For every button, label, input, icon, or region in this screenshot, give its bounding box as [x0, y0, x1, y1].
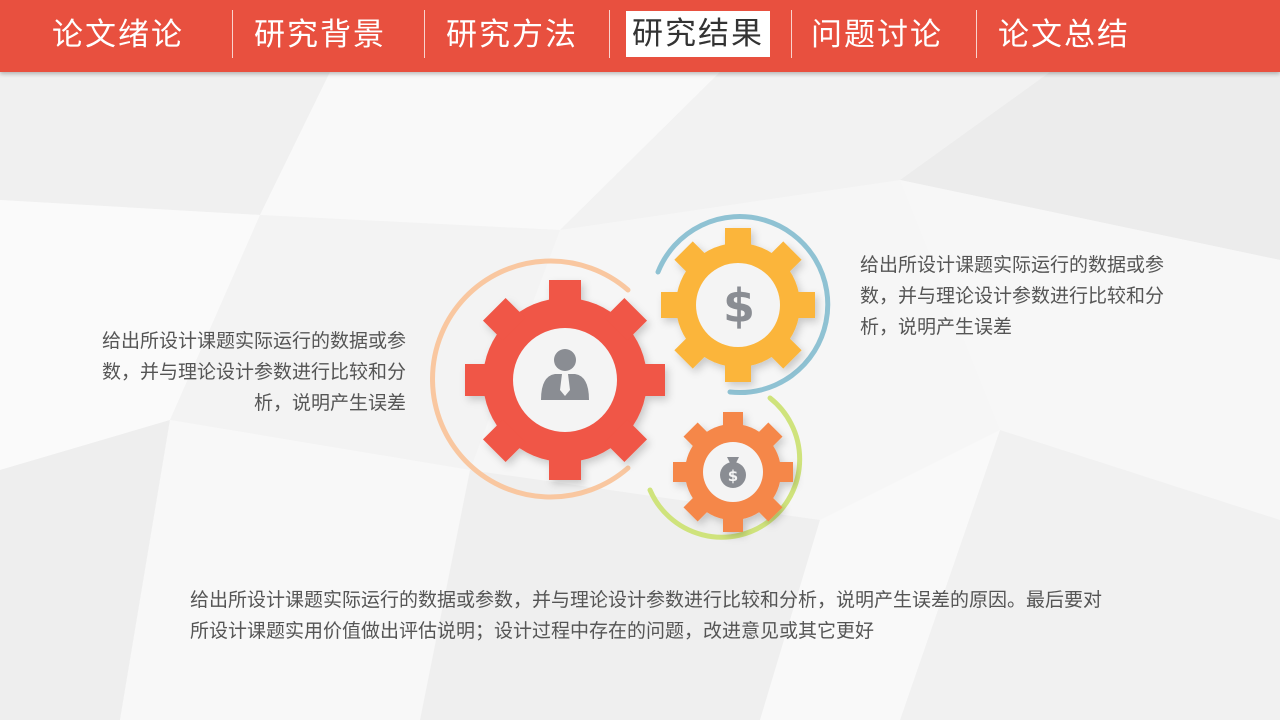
dollar-icon: $: [723, 279, 755, 333]
right-description: 给出所设计课题实际运行的数据或参数，并与理论设计参数进行比较和分析，说明产生误差: [860, 254, 1165, 338]
left-description: 给出所设计课题实际运行的数据或参数，并与理论设计参数进行比较和分析，说明产生误差: [101, 330, 406, 414]
bottom-description: 给出所设计课题实际运行的数据或参数，并与理论设计参数进行比较和分析，说明产生误差…: [190, 589, 1103, 642]
svg-text:$: $: [728, 467, 738, 485]
